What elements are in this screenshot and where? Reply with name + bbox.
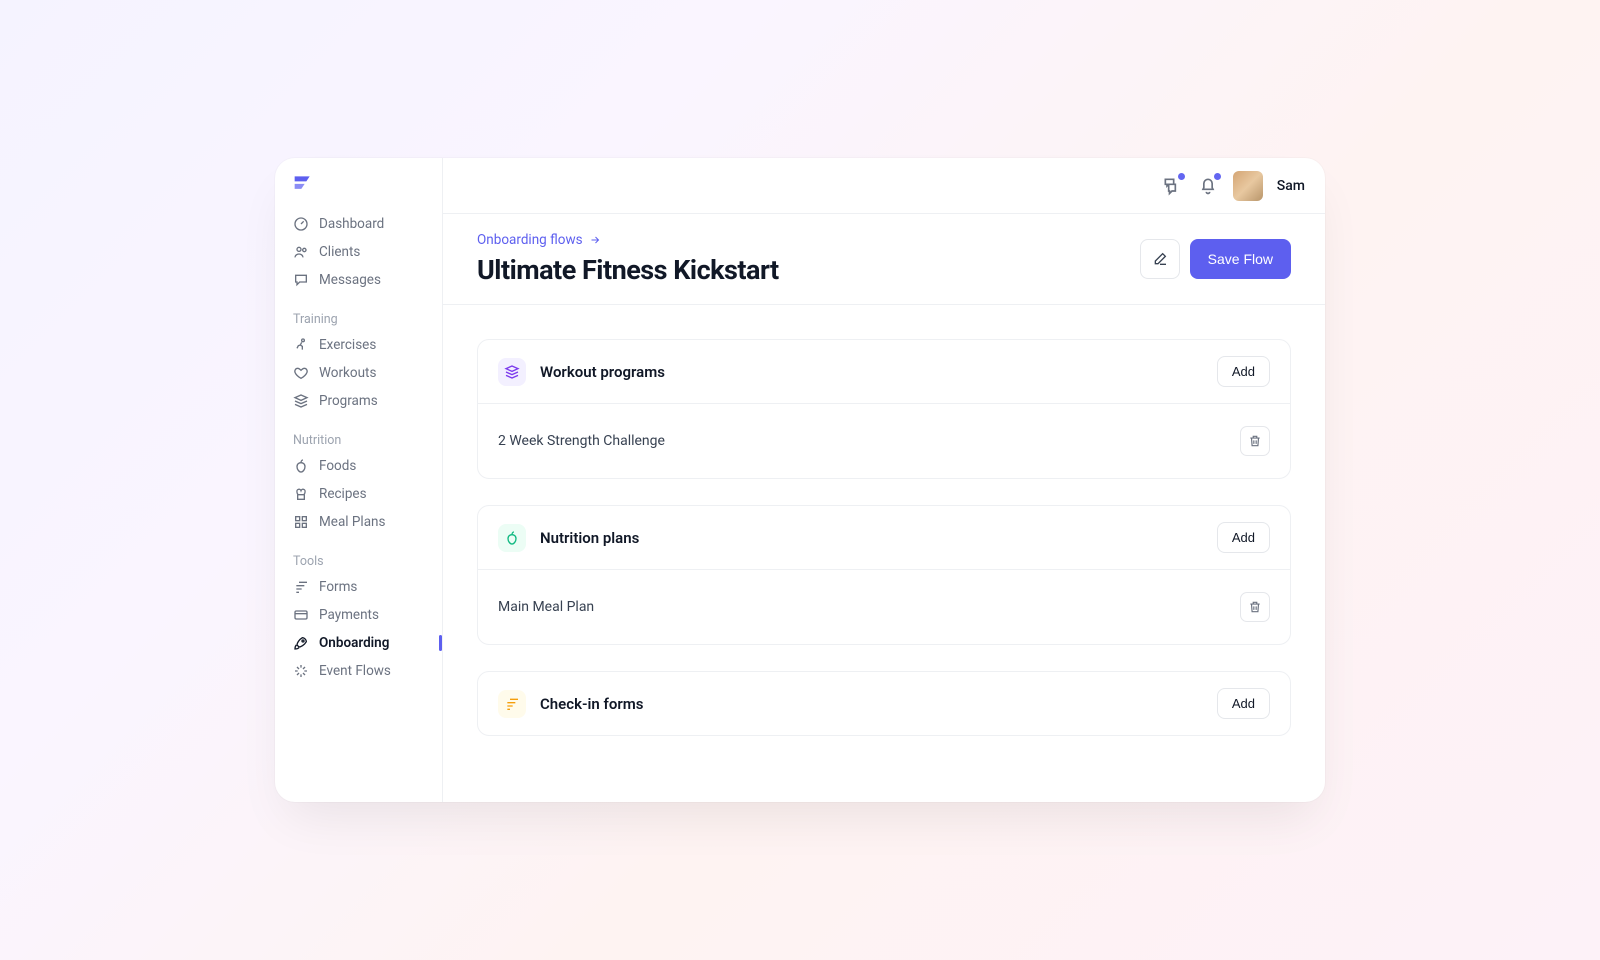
main-content: Sam Onboarding flows Ultimate Fitness Ki… — [443, 158, 1325, 802]
sidebar-item-forms[interactable]: Forms — [275, 573, 442, 601]
sidebar-item-payments[interactable]: Payments — [275, 601, 442, 629]
nav-label: Payments — [319, 607, 379, 623]
delete-item-button[interactable] — [1240, 426, 1270, 456]
nav-label: Workouts — [319, 365, 376, 381]
breadcrumb[interactable]: Onboarding flows — [477, 232, 779, 248]
add-nutrition-plan-button[interactable]: Add — [1217, 522, 1270, 553]
item-name: 2 Week Strength Challenge — [498, 433, 665, 449]
sidebar-item-messages[interactable]: Messages — [275, 266, 442, 294]
nav-heading-training: Training — [275, 302, 442, 331]
nav-label: Programs — [319, 393, 378, 409]
section-workout-programs: Workout programs Add 2 Week Strength Cha… — [477, 339, 1291, 479]
form-icon — [498, 690, 526, 718]
nav-training-group: Training Exercises Workouts Programs — [275, 298, 442, 419]
save-flow-button[interactable]: Save Flow — [1190, 239, 1291, 279]
apple-icon — [498, 524, 526, 552]
logo — [275, 174, 442, 206]
content-scroll: Workout programs Add 2 Week Strength Cha… — [443, 305, 1325, 802]
nav-label: Onboarding — [319, 635, 389, 651]
delete-item-button[interactable] — [1240, 592, 1270, 622]
sidebar-item-workouts[interactable]: Workouts — [275, 359, 442, 387]
users-icon — [293, 244, 309, 260]
nav-label: Event Flows — [319, 663, 391, 679]
sidebar-item-foods[interactable]: Foods — [275, 452, 442, 480]
form-icon — [293, 579, 309, 595]
notification-dot — [1178, 173, 1185, 180]
sidebar-item-meal-plans[interactable]: Meal Plans — [275, 508, 442, 536]
edit-button[interactable] — [1140, 239, 1180, 279]
messages-button[interactable] — [1161, 175, 1183, 197]
add-checkin-form-button[interactable]: Add — [1217, 688, 1270, 719]
sidebar-item-dashboard[interactable]: Dashboard — [275, 210, 442, 238]
apple-icon — [293, 458, 309, 474]
sidebar-item-onboarding[interactable]: Onboarding — [275, 629, 442, 657]
list-item: 2 Week Strength Challenge — [478, 404, 1290, 478]
nav-nutrition-group: Nutrition Foods Recipes Meal Plans — [275, 419, 442, 540]
add-workout-program-button[interactable]: Add — [1217, 356, 1270, 387]
nav-main-group: Dashboard Clients Messages — [275, 206, 442, 298]
nav-label: Exercises — [319, 337, 376, 353]
topbar: Sam — [443, 158, 1325, 214]
heart-icon — [293, 365, 309, 381]
gauge-icon — [293, 216, 309, 232]
nav-label: Forms — [319, 579, 357, 595]
arrow-right-icon — [589, 234, 601, 246]
nav-label: Recipes — [319, 486, 367, 502]
section-header: Workout programs Add — [478, 340, 1290, 404]
sidebar-item-clients[interactable]: Clients — [275, 238, 442, 266]
trash-icon — [1248, 600, 1262, 614]
nav-heading-tools: Tools — [275, 544, 442, 573]
nav-label: Meal Plans — [319, 514, 386, 530]
page-title: Ultimate Fitness Kickstart — [477, 254, 779, 286]
notifications-button[interactable] — [1197, 175, 1219, 197]
nav-tools-group: Tools Forms Payments Onboarding Event Fl… — [275, 540, 442, 689]
section-title: Check-in forms — [540, 695, 643, 713]
section-title: Nutrition plans — [540, 529, 639, 547]
sidebar: Dashboard Clients Messages Training Exer… — [275, 158, 443, 802]
sparkle-icon — [293, 663, 309, 679]
sidebar-item-programs[interactable]: Programs — [275, 387, 442, 415]
card-icon — [293, 607, 309, 623]
username: Sam — [1277, 178, 1305, 194]
section-nutrition-plans: Nutrition plans Add Main Meal Plan — [477, 505, 1291, 645]
nav-label: Dashboard — [319, 216, 384, 232]
nav-label: Clients — [319, 244, 360, 260]
sidebar-item-exercises[interactable]: Exercises — [275, 331, 442, 359]
stack-icon — [498, 358, 526, 386]
run-icon — [293, 337, 309, 353]
section-checkin-forms: Check-in forms Add — [477, 671, 1291, 736]
header-actions: Save Flow — [1140, 239, 1291, 279]
sidebar-item-event-flows[interactable]: Event Flows — [275, 657, 442, 685]
section-header: Nutrition plans Add — [478, 506, 1290, 570]
section-header: Check-in forms Add — [478, 672, 1290, 735]
trash-icon — [1248, 434, 1262, 448]
list-item: Main Meal Plan — [478, 570, 1290, 644]
stack-icon — [293, 393, 309, 409]
nav-heading-nutrition: Nutrition — [275, 423, 442, 452]
notification-dot — [1214, 173, 1221, 180]
edit-icon — [1152, 251, 1168, 267]
page-header: Onboarding flows Ultimate Fitness Kickst… — [443, 214, 1325, 305]
breadcrumb-label: Onboarding flows — [477, 232, 583, 248]
nav-label: Foods — [319, 458, 356, 474]
sidebar-item-recipes[interactable]: Recipes — [275, 480, 442, 508]
chat-icon — [293, 272, 309, 288]
rocket-icon — [293, 635, 309, 651]
avatar[interactable] — [1233, 171, 1263, 201]
app-window: Dashboard Clients Messages Training Exer… — [275, 158, 1325, 802]
nav-label: Messages — [319, 272, 381, 288]
item-name: Main Meal Plan — [498, 599, 594, 615]
chef-icon — [293, 486, 309, 502]
grid-icon — [293, 514, 309, 530]
section-title: Workout programs — [540, 363, 665, 381]
